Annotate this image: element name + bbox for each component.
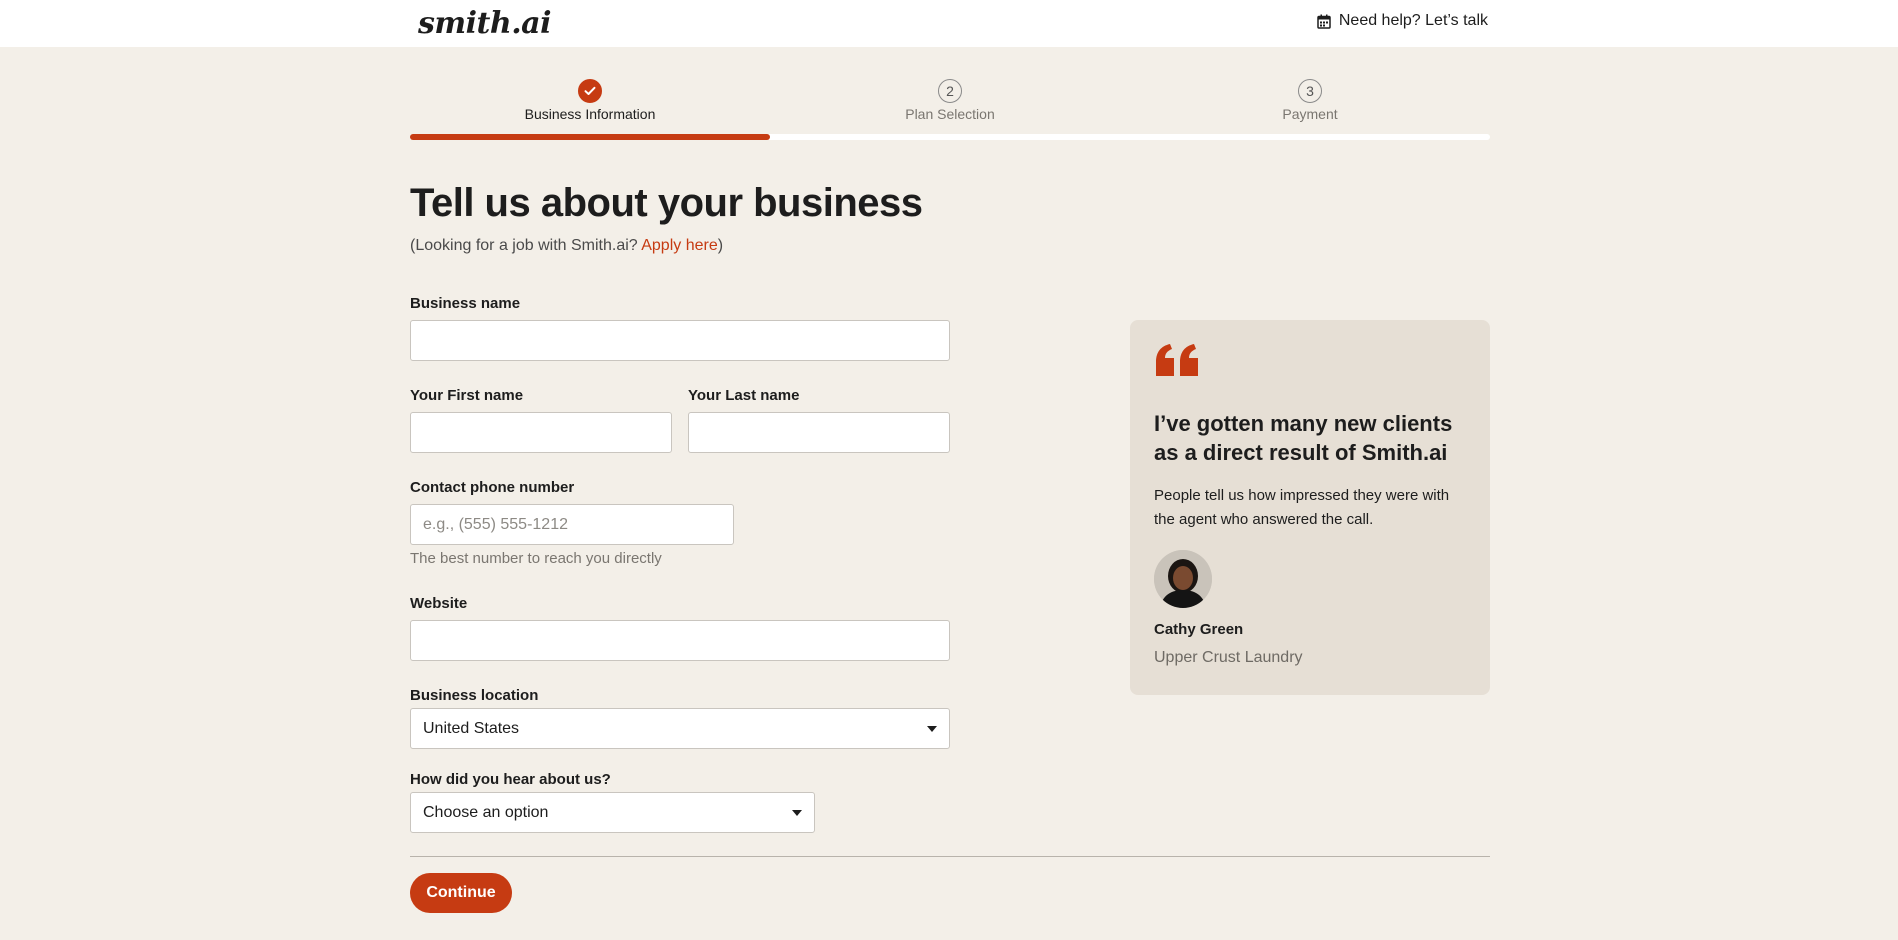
testimonial-name: Cathy Green (1154, 621, 1244, 638)
first-name-label: Your First name (410, 387, 524, 404)
testimonial-company: Upper Crust Laundry (1154, 649, 1303, 666)
chevron-down-icon (927, 725, 937, 732)
website-input[interactable] (410, 620, 950, 661)
business-location-select[interactable]: United States (410, 708, 950, 749)
testimonial-body: People tell us how impressed they were w… (1154, 487, 1450, 528)
page-subtitle: (Looking for a job with Smith.ai? Apply … (410, 237, 723, 255)
need-help-link[interactable]: Need help? Let’s talk (1317, 12, 1488, 30)
phone-input[interactable] (410, 504, 734, 545)
business-location-value: United States (423, 719, 520, 737)
progress-bar-fill (410, 134, 770, 140)
quote-icon (1154, 342, 1202, 383)
step-plan-selection: 2 Plan Selection (770, 79, 1130, 122)
step-label: Business Information (524, 106, 656, 122)
apply-here-link[interactable]: Apply here (641, 237, 718, 254)
referral-select[interactable]: Choose an option (410, 792, 815, 833)
step-payment: 3 Payment (1130, 79, 1490, 122)
referral-label: How did you hear about us? (410, 771, 611, 788)
business-name-label: Business name (410, 295, 521, 312)
top-header: smith.ai Need help? Let’s talk (0, 0, 1898, 47)
phone-label: Contact phone number (410, 479, 575, 496)
smith-ai-logo[interactable]: smith.ai (418, 6, 551, 42)
continue-button[interactable]: Continue (410, 873, 512, 913)
testimonial-card: I’ve gotten many new clients as a direct… (1130, 320, 1490, 695)
step-business-information: Business Information (410, 79, 770, 122)
step-number: 3 (1298, 79, 1322, 103)
check-icon (578, 79, 602, 103)
chevron-down-icon (792, 809, 802, 816)
calendar-icon (1317, 14, 1331, 29)
avatar (1154, 550, 1212, 608)
page-title: Tell us about your business (410, 181, 923, 225)
business-location-label: Business location (410, 687, 539, 704)
referral-value: Choose an option (423, 803, 549, 821)
step-label: Payment (1282, 106, 1338, 122)
first-name-input[interactable] (410, 412, 672, 453)
last-name-label: Your Last name (688, 387, 800, 404)
form-divider (410, 856, 1490, 857)
business-name-input[interactable] (410, 320, 950, 361)
subtitle-prefix: (Looking for a job with Smith.ai? (410, 237, 642, 254)
last-name-input[interactable] (688, 412, 950, 453)
progress-bar (410, 134, 1490, 140)
step-label: Plan Selection (905, 106, 995, 122)
website-label: Website (410, 595, 468, 612)
step-number: 2 (938, 79, 962, 103)
testimonial-quote: I’ve gotten many new clients as a direct… (1154, 411, 1453, 465)
progress-stepper: Business Information 2 Plan Selection 3 … (410, 79, 1490, 141)
subtitle-suffix: ) (717, 237, 724, 254)
need-help-label: Need help? Let’s talk (1338, 12, 1488, 29)
phone-hint: The best number to reach you directly (410, 550, 662, 567)
